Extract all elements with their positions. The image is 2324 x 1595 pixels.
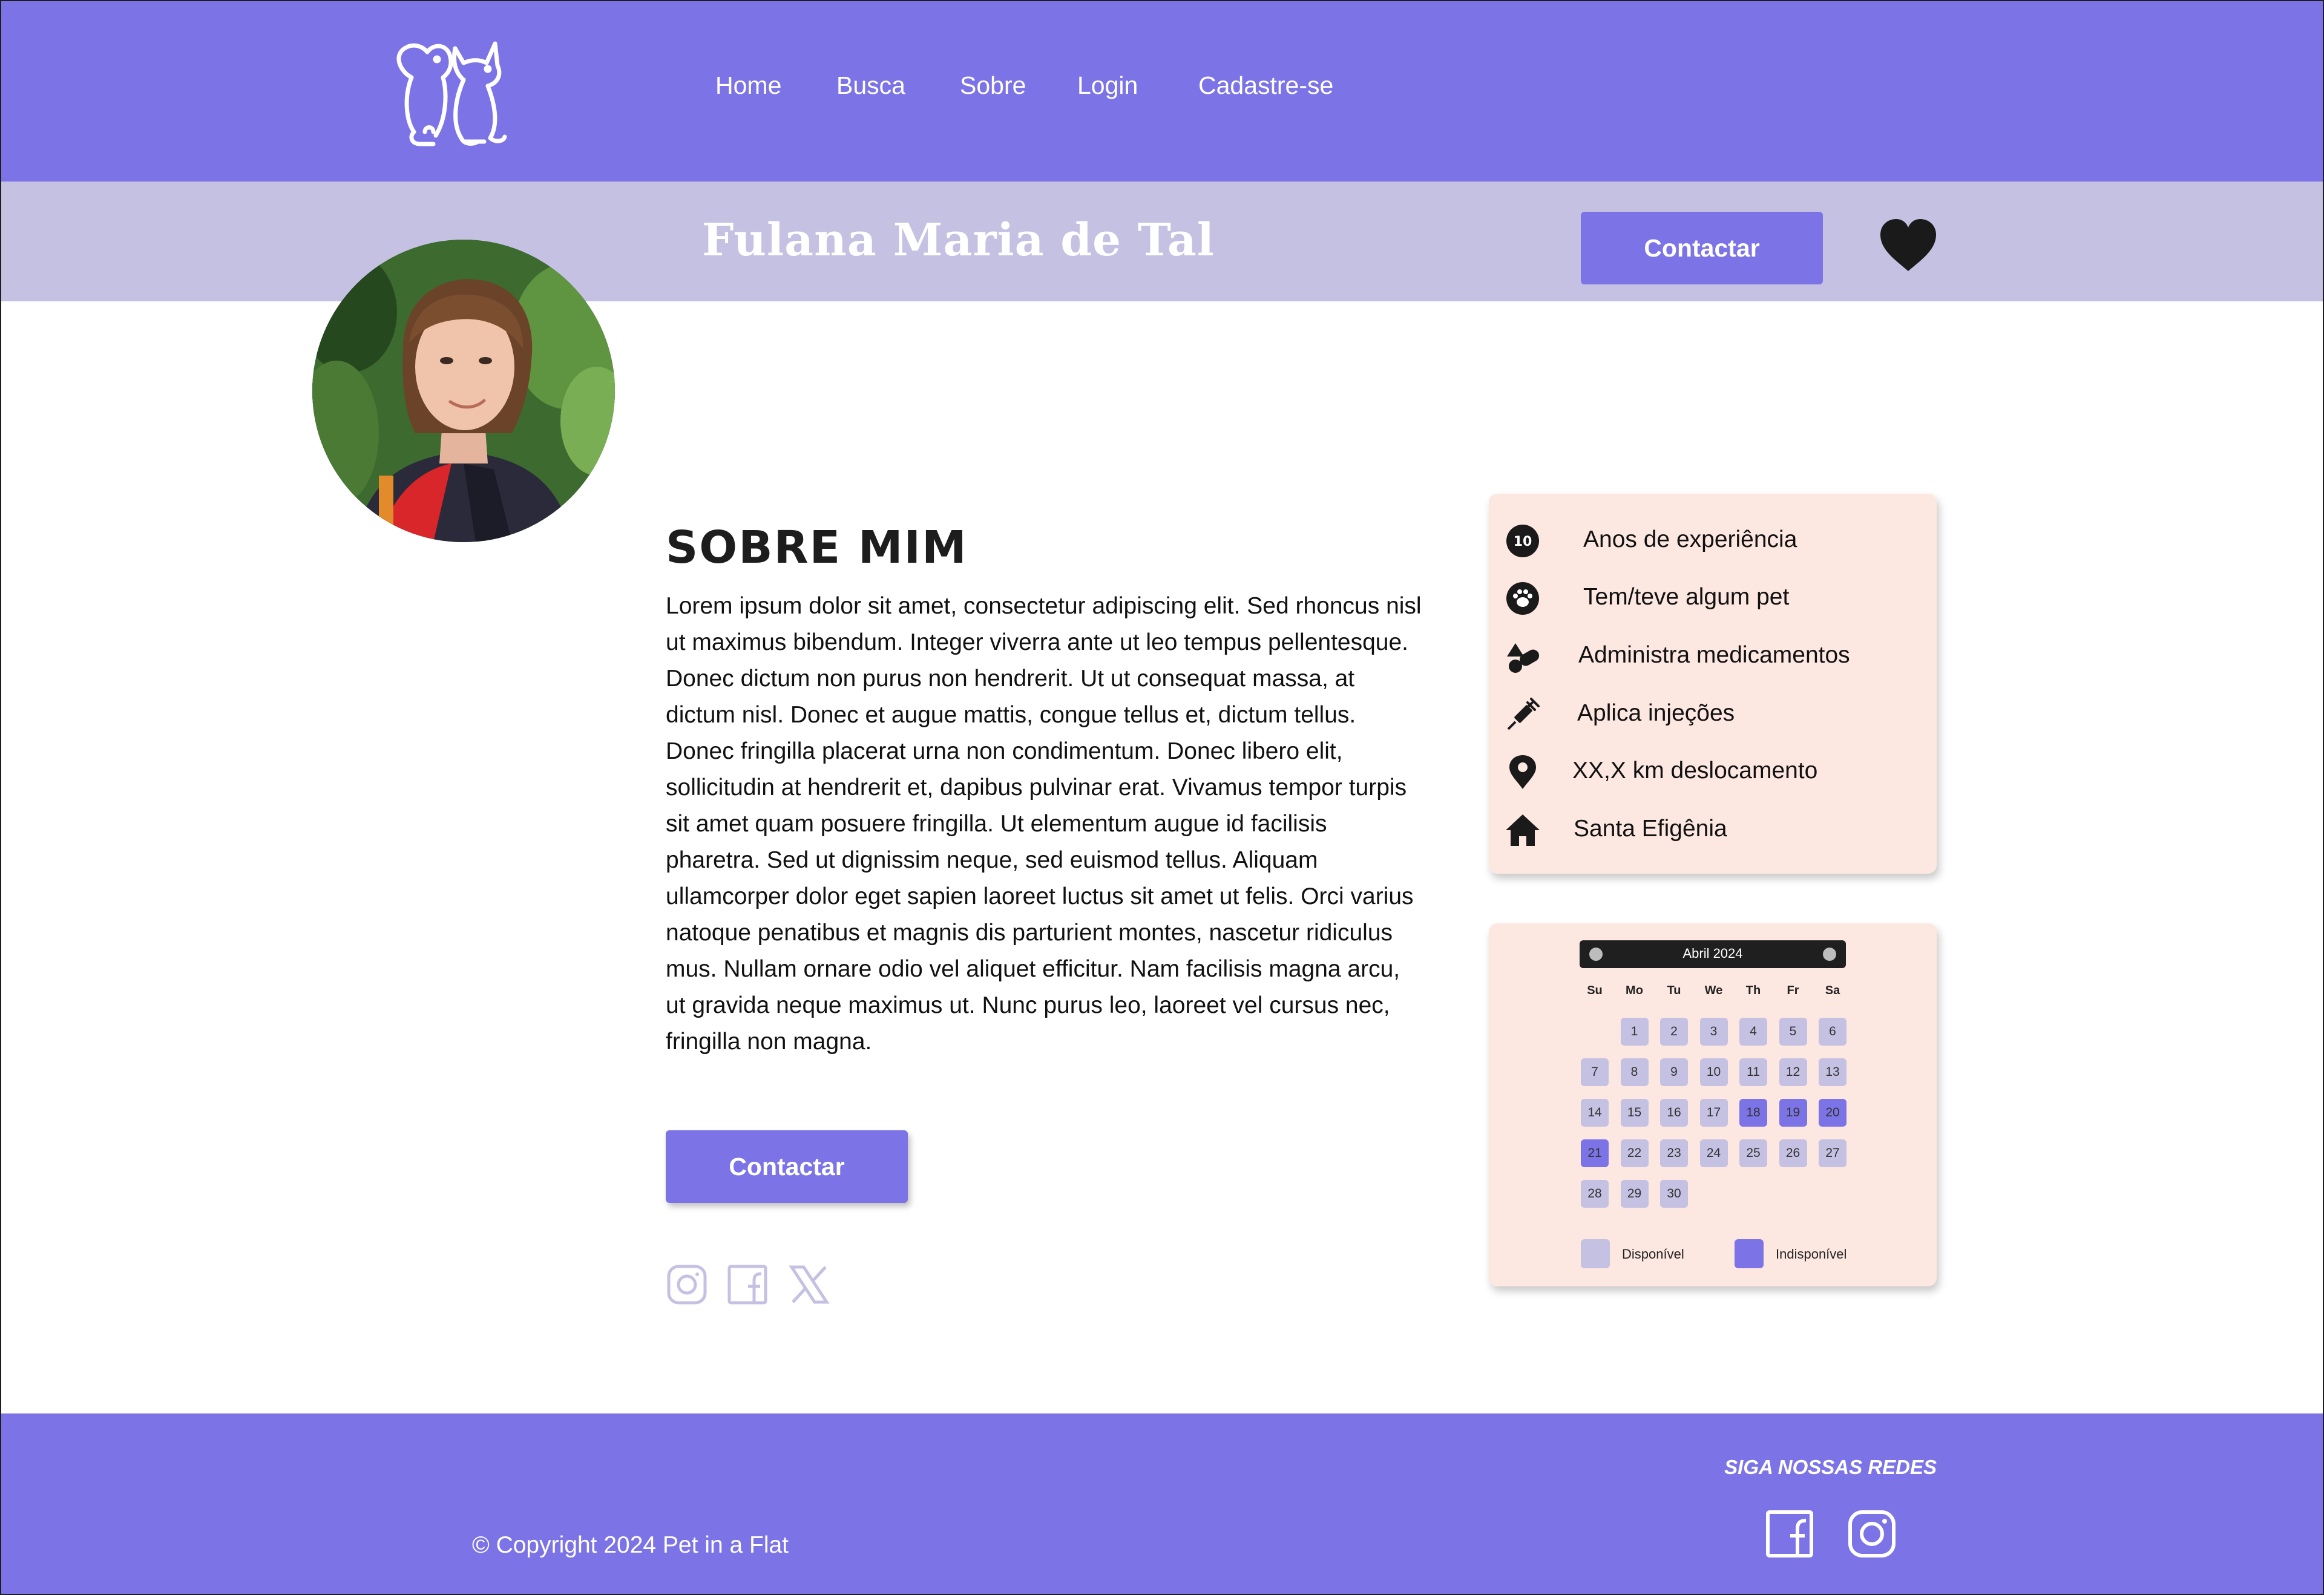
x-icon[interactable] — [788, 1263, 830, 1306]
calendar-day[interactable]: 18 — [1739, 1099, 1767, 1127]
about-text: Lorem ipsum dolor sit amet, consectetur … — [666, 593, 1422, 1055]
calendar-weekday: Tu — [1667, 984, 1681, 997]
instagram-icon[interactable] — [1847, 1509, 1897, 1559]
calendar-day[interactable]: 19 — [1779, 1099, 1807, 1127]
calendar-weekday: Su — [1587, 984, 1603, 997]
calendar-day[interactable]: 28 — [1581, 1180, 1609, 1208]
calendar-month: Abril 2024 — [1682, 946, 1743, 961]
calendar-day[interactable]: 7 — [1581, 1058, 1609, 1086]
calendar-weekday: Th — [1745, 984, 1761, 997]
info-experience: 10 Anos de experiência — [1489, 519, 1937, 562]
calendar-day[interactable]: 11 — [1739, 1058, 1767, 1086]
calendar-day[interactable]: 17 — [1699, 1099, 1728, 1127]
location-pin-icon — [1509, 755, 1536, 789]
info-distance: XX,X km deslocamento — [1489, 750, 1937, 793]
nav-home[interactable]: Home — [715, 71, 781, 100]
info-label: Anos de experiência — [1583, 526, 1797, 552]
calendar-day[interactable]: 13 — [1819, 1058, 1846, 1086]
copyright: © Copyright 2024 Pet in a Flat — [472, 1532, 789, 1558]
nav-login[interactable]: Login — [1077, 71, 1138, 100]
legend-available-swatch — [1581, 1239, 1610, 1268]
calendar-day[interactable]: 24 — [1699, 1139, 1728, 1167]
heart-icon[interactable] — [1879, 219, 1937, 272]
calendar-day[interactable]: 23 — [1660, 1139, 1688, 1167]
calendar-day[interactable]: 5 — [1779, 1018, 1807, 1046]
info-label: Tem/teve algum pet — [1583, 584, 1790, 610]
calendar-day[interactable]: 14 — [1581, 1099, 1609, 1127]
calendar-day[interactable]: 1 — [1620, 1018, 1649, 1046]
contact-button-top[interactable]: Contactar — [1581, 212, 1823, 284]
nav-sobre[interactable]: Sobre — [960, 71, 1026, 100]
facebook-icon[interactable] — [1765, 1509, 1814, 1559]
availability-calendar: Abril 2024 Disponível Indisponível Su Mo T… — [1489, 923, 1937, 1286]
calendar-day[interactable]: 9 — [1660, 1058, 1688, 1086]
info-label: Administra medicamentos — [1578, 642, 1850, 668]
calendar-weekday: Fr — [1787, 984, 1799, 997]
info-neighborhood: Santa Efigênia — [1489, 808, 1937, 851]
info-label: Aplica injeções — [1577, 700, 1735, 726]
info-injections: Aplica injeções — [1489, 693, 1937, 735]
calendar-day[interactable]: 15 — [1620, 1099, 1649, 1127]
legend-available-label: Disponível — [1622, 1246, 1684, 1262]
calendar-weekday: Sa — [1825, 984, 1840, 997]
about-title: SOBRE MIM — [666, 521, 968, 574]
next-month-icon[interactable] — [1823, 948, 1836, 961]
calendar-day[interactable]: 4 — [1739, 1018, 1767, 1046]
site-header: Home Busca Sobre Login Cadastre-se — [0, 0, 2324, 182]
follow-label: SIGA NOSSAS REDES — [1724, 1456, 1937, 1478]
info-label: Santa Efigênia — [1574, 816, 1727, 842]
calendar-day[interactable]: 26 — [1779, 1139, 1807, 1167]
dog-cat-logo-icon[interactable] — [387, 35, 508, 150]
svg-text:10: 10 — [1514, 534, 1532, 549]
nav-busca[interactable]: Busca — [836, 71, 905, 100]
legend-unavailable-label: Indisponível — [1776, 1246, 1847, 1262]
calendar-day[interactable]: 25 — [1739, 1139, 1767, 1167]
calendar-day[interactable]: 27 — [1819, 1139, 1846, 1167]
calendar-header: Abril 2024 — [1580, 940, 1846, 968]
legend-unavailable-swatch — [1735, 1239, 1764, 1268]
info-card: 10 Anos de experiência Tem/teve algum pe… — [1489, 494, 1937, 874]
calendar-day[interactable]: 2 — [1660, 1018, 1688, 1046]
nav-cadastre-se[interactable]: Cadastre-se — [1198, 71, 1333, 100]
paw-icon — [1506, 582, 1539, 615]
instagram-icon[interactable] — [666, 1263, 708, 1306]
avatar — [312, 240, 615, 542]
calendar-weekday: Mo — [1626, 984, 1643, 997]
profile-banner: Fulana Maria de Tal Contactar — [0, 182, 2324, 301]
profile-photo — [312, 240, 615, 542]
contact-button[interactable]: Contactar — [666, 1130, 908, 1203]
calendar-day[interactable]: 22 — [1620, 1139, 1649, 1167]
calendar-day[interactable]: 12 — [1779, 1058, 1807, 1086]
calendar-day[interactable]: 6 — [1819, 1018, 1846, 1046]
profile-name: Fulana Maria de Tal — [702, 214, 1215, 266]
calendar-day[interactable]: 29 — [1620, 1180, 1649, 1208]
ten-badge-icon: 10 — [1506, 525, 1539, 557]
calendar-day[interactable]: 10 — [1699, 1058, 1728, 1086]
info-label: XX,X km deslocamento — [1572, 758, 1818, 784]
syringe-icon — [1507, 698, 1540, 730]
pills-icon — [1507, 643, 1540, 673]
info-pets: Tem/teve algum pet — [1489, 577, 1937, 619]
facebook-icon[interactable] — [726, 1263, 769, 1306]
info-medication: Administra medicamentos — [1489, 635, 1937, 677]
site-footer: © Copyright 2024 Pet in a Flat SIGA NOSS… — [0, 1413, 2324, 1595]
calendar-day[interactable]: 20 — [1819, 1099, 1846, 1127]
calendar-day[interactable]: 21 — [1581, 1139, 1609, 1167]
calendar-day[interactable]: 3 — [1699, 1018, 1728, 1046]
calendar-day[interactable]: 8 — [1620, 1058, 1649, 1086]
calendar-day[interactable]: 30 — [1660, 1180, 1688, 1208]
calendar-day[interactable]: 16 — [1660, 1099, 1688, 1127]
calendar-weekday: We — [1704, 984, 1723, 997]
home-icon — [1506, 814, 1540, 846]
